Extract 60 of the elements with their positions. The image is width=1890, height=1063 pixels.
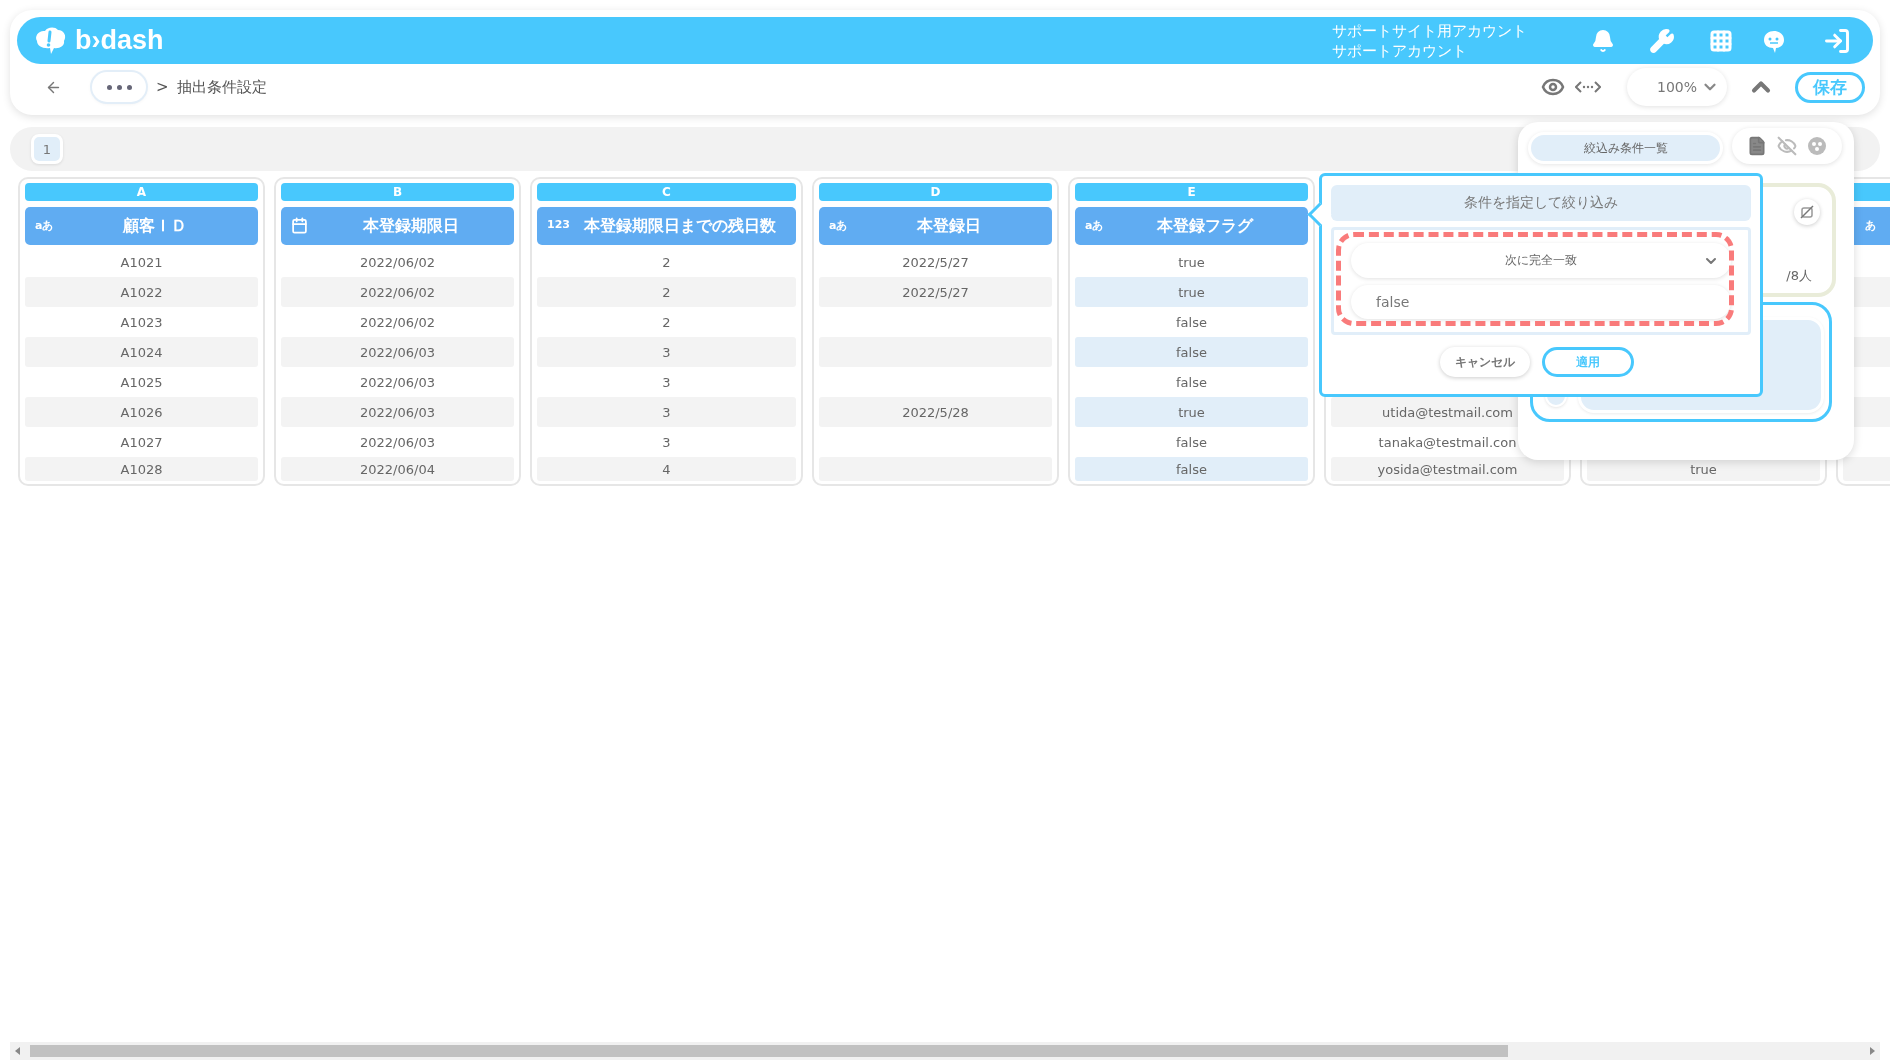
table-cell: A1028: [25, 457, 258, 481]
table-cell: 4: [537, 457, 796, 481]
table-cell: false: [1075, 337, 1308, 367]
logo-text: b›dash: [75, 25, 164, 56]
table-cell: 3: [537, 337, 796, 367]
hide-icon[interactable]: [1777, 136, 1797, 156]
table-cell: 2022/06/03: [281, 337, 514, 367]
column-title: 本登録期限日までの残日数: [583, 215, 776, 237]
column-title: 顧客ＩＤ: [122, 215, 187, 237]
account-name: サポートサイト用アカウント: [1332, 20, 1527, 41]
wrench-icon[interactable]: [1649, 27, 1675, 54]
more-button[interactable]: [92, 72, 146, 102]
slashed-icon: [1800, 205, 1814, 219]
table-cell: 2022/06/02: [281, 277, 514, 307]
table-cell: yosida@testmail.com: [1331, 457, 1564, 481]
table-cell: false: [1075, 457, 1308, 481]
cancel-button[interactable]: キャンセル: [1440, 347, 1530, 377]
type-label: 123: [547, 218, 570, 231]
table-cell: A1026: [25, 397, 258, 427]
column-title: 本登録フラグ: [1156, 215, 1253, 237]
table-cell: 2022/5/27: [819, 277, 1052, 307]
column-letter: D: [819, 183, 1052, 201]
type-label: あ: [1865, 218, 1876, 233]
table-cell: 2022/06/03: [281, 397, 514, 427]
column-letter: E: [1075, 183, 1308, 201]
column-letter: B: [281, 183, 514, 201]
table-cell: A1024: [25, 337, 258, 367]
table-cell: true: [1075, 277, 1308, 307]
type-label: aあ: [829, 218, 848, 233]
column-title: 本登録日: [916, 215, 981, 237]
member-count: /8人: [1786, 267, 1812, 285]
column-title: 本登録期限日: [362, 215, 459, 237]
document-icon[interactable]: [1747, 136, 1767, 156]
column-letter: C: [537, 183, 796, 201]
operator-select[interactable]: 次に完全一致: [1351, 243, 1731, 278]
notifications-icon[interactable]: [1591, 28, 1615, 53]
table-cell: 2022/5/28: [819, 397, 1052, 427]
table-cell: true: [1075, 397, 1308, 427]
calendar-icon: [291, 217, 308, 234]
logout-icon[interactable]: [1823, 26, 1851, 55]
grid-icon[interactable]: [1709, 28, 1733, 53]
dots-circle-icon[interactable]: [1807, 136, 1827, 156]
horizontal-scrollbar[interactable]: [10, 1042, 1880, 1060]
table-cell: 2022/06/04: [281, 457, 514, 481]
type-label: aあ: [1085, 218, 1104, 233]
account-name: サポートアカウント: [1332, 40, 1468, 61]
value-field[interactable]: false: [1351, 284, 1731, 319]
table-cell: A1022: [25, 277, 258, 307]
zoom-select[interactable]: 100%: [1627, 68, 1727, 106]
filter-list-tab[interactable]: 絞込み条件一覧: [1528, 132, 1723, 164]
exclude-button[interactable]: [1794, 199, 1820, 225]
type-label: aあ: [35, 218, 54, 233]
page-tab[interactable]: 1: [31, 134, 63, 164]
column-letter: A: [25, 183, 258, 201]
table-cell: 2: [537, 277, 796, 307]
breadcrumb-text: 抽出条件設定: [176, 77, 267, 97]
table-cell: 3: [537, 397, 796, 427]
code-icon[interactable]: [1575, 79, 1601, 95]
popup-title: 条件を指定して絞り込み: [1331, 185, 1751, 221]
breadcrumb-separator: >: [156, 78, 169, 96]
